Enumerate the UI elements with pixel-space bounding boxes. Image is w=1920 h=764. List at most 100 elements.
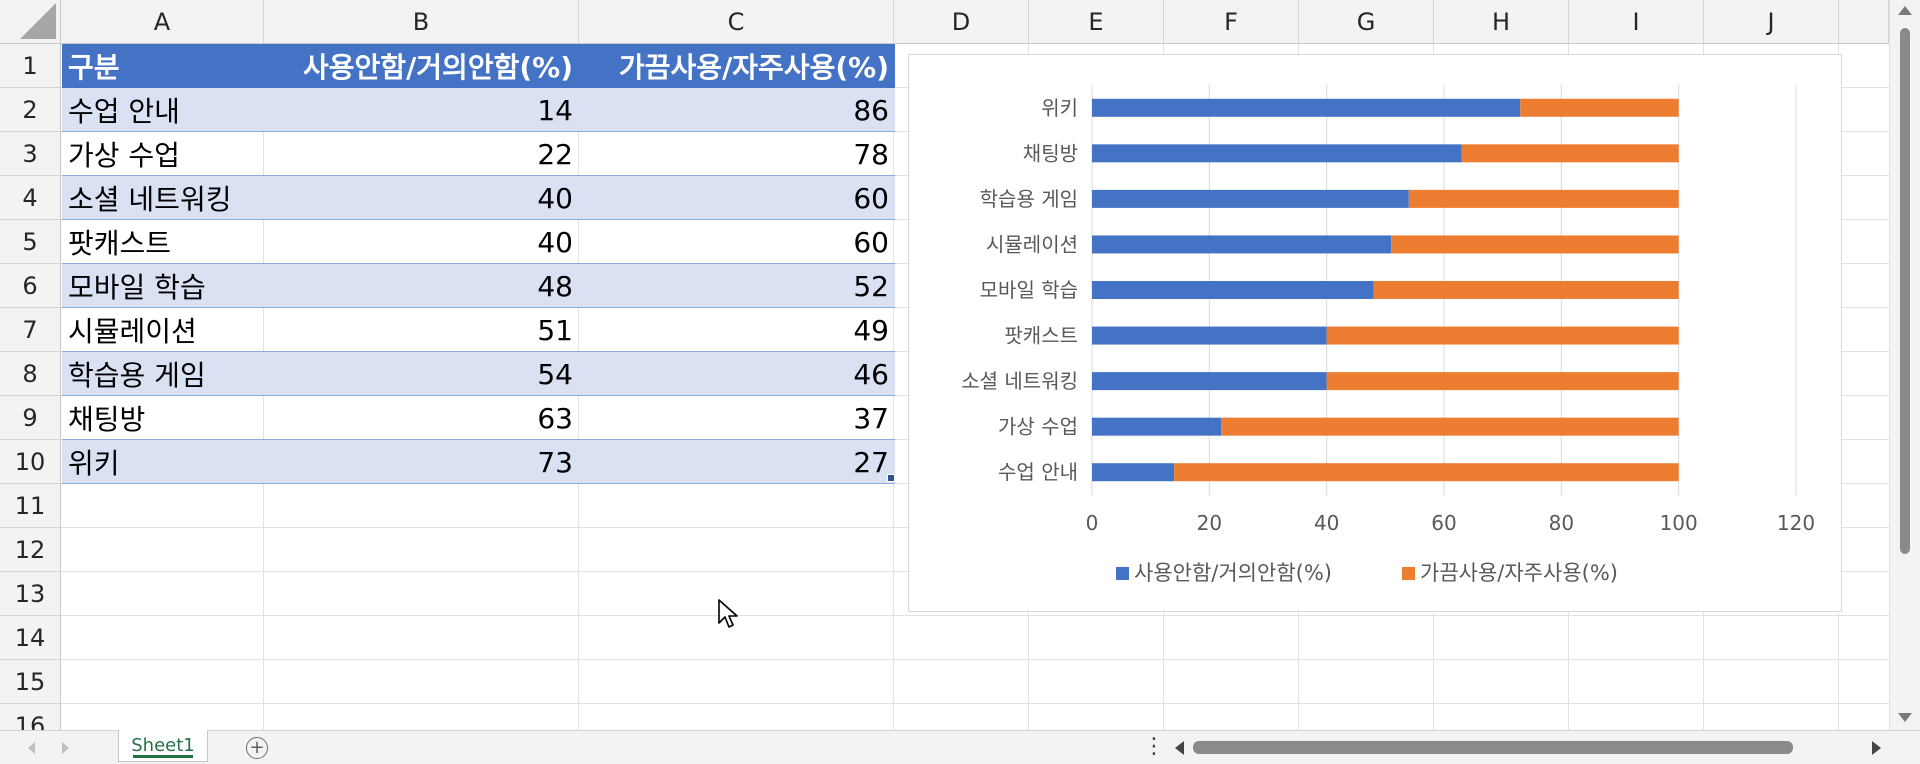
table-cell[interactable]: 86	[579, 88, 895, 132]
table-cell[interactable]: 54	[264, 352, 579, 396]
row-header-5[interactable]: 5	[0, 220, 61, 264]
table-cell[interactable]: 46	[579, 352, 895, 396]
column-header-b[interactable]: B	[264, 0, 579, 44]
row-header-2[interactable]: 2	[0, 88, 61, 132]
column-header-j[interactable]: J	[1704, 0, 1839, 44]
fill-handle[interactable]	[887, 474, 895, 482]
column-header-e[interactable]: E	[1029, 0, 1164, 44]
bar-segment	[1092, 281, 1374, 299]
row-header-6[interactable]: 6	[0, 264, 61, 308]
more-symbol: ⋮	[1143, 734, 1165, 759]
bar-segment	[1092, 417, 1222, 436]
bar-segment	[1092, 144, 1462, 163]
row-header-1[interactable]: 1	[0, 44, 61, 88]
bar-segment	[1092, 98, 1521, 117]
table-cell[interactable]: 위키	[62, 440, 264, 484]
table-cell[interactable]: 60	[579, 176, 895, 220]
row-header-8[interactable]: 8	[0, 352, 61, 396]
table-cell[interactable]: 60	[579, 220, 895, 264]
x-tick-label: 80	[1549, 511, 1574, 535]
table-cell[interactable]: 학습용 게임	[62, 352, 264, 396]
stacked-bar-chart[interactable]: 0 20 40 60 80 100 120 수업 안내 가상 수업 소셜 네트워킹 팟캐스트 모바일 …	[908, 54, 1842, 612]
table-row-border	[62, 439, 895, 440]
table-cell[interactable]: 73	[264, 440, 579, 484]
bar-segment	[1092, 235, 1392, 254]
worksheet-grid[interactable]: ABCDEFGHIJ 1 2 3 4 5 6 7 8 9 10 11 12 13 14 15 16 구분 사용안…	[0, 0, 1889, 730]
sheet-tab-sheet1[interactable]: Sheet1	[118, 730, 208, 762]
table-cell[interactable]: 수업 안내	[62, 88, 264, 132]
row-header-13[interactable]: 13	[0, 572, 61, 616]
bar-segment	[1326, 372, 1679, 391]
table-cell[interactable]: 채팅방	[62, 396, 264, 440]
bar-segment	[1408, 189, 1679, 208]
column-header-c[interactable]: C	[579, 0, 894, 44]
bar-segment	[1092, 463, 1175, 482]
column-header-f[interactable]: F	[1164, 0, 1299, 44]
legend-swatch	[1402, 567, 1415, 580]
row-header-16[interactable]: 16	[0, 704, 61, 730]
table-cell[interactable]: 40	[264, 176, 579, 220]
table-cell[interactable]: 22	[264, 132, 579, 176]
column-header-d[interactable]: D	[894, 0, 1029, 44]
table-cell[interactable]: 63	[264, 396, 579, 440]
table-row-border	[62, 175, 895, 176]
mouse-pointer-icon	[718, 599, 738, 628]
scroll-up-icon[interactable]	[1898, 6, 1912, 15]
table-header-cell[interactable]: 사용안함/거의안함(%)	[264, 44, 579, 88]
vertical-scrollbar[interactable]	[1889, 0, 1920, 730]
scroll-left-icon[interactable]	[1175, 741, 1184, 755]
table-cell[interactable]: 52	[579, 264, 895, 308]
table-row-border	[62, 395, 895, 396]
bar-segment	[1391, 235, 1679, 254]
next-sheet-icon[interactable]	[62, 742, 69, 754]
table-cell[interactable]: 팟캐스트	[62, 220, 264, 264]
vertical-ellipsis-icon[interactable]: ⋮	[1143, 734, 1165, 759]
row-header-3[interactable]: 3	[0, 132, 61, 176]
table-cell[interactable]: 51	[264, 308, 579, 352]
excel-window: ABCDEFGHIJ 1 2 3 4 5 6 7 8 9 10 11 12 13 14 15 16 구분 사용안…	[0, 0, 1920, 764]
column-header-i[interactable]: I	[1569, 0, 1704, 44]
table-cell[interactable]: 모바일 학습	[62, 264, 264, 308]
legend-swatch	[1116, 567, 1129, 580]
column-header-g[interactable]: G	[1299, 0, 1434, 44]
row-header-9[interactable]: 9	[0, 396, 61, 440]
column-header-h[interactable]: H	[1434, 0, 1569, 44]
row-header-12[interactable]: 12	[0, 528, 61, 572]
row-header-4[interactable]: 4	[0, 176, 61, 220]
horizontal-scroll-thumb[interactable]	[1193, 741, 1793, 754]
plus-circle-icon[interactable]: +	[246, 737, 268, 759]
row-header-14[interactable]: 14	[0, 616, 61, 660]
table-cell[interactable]: 27	[579, 440, 895, 484]
row-header-7[interactable]: 7	[0, 308, 61, 352]
row-header-10[interactable]: 10	[0, 440, 61, 484]
table-cell[interactable]: 14	[264, 88, 579, 132]
scroll-down-icon[interactable]	[1898, 713, 1912, 722]
scroll-right-icon[interactable]	[1872, 741, 1881, 755]
table-cell[interactable]: 48	[264, 264, 579, 308]
table-cell[interactable]: 37	[579, 396, 895, 440]
row-header-15[interactable]: 15	[0, 660, 61, 704]
vertical-scroll-thumb[interactable]	[1900, 28, 1910, 554]
bar-segment	[1461, 144, 1679, 163]
table-header-cell[interactable]: 가끔사용/자주사용(%)	[579, 44, 895, 88]
x-tick-label: 40	[1314, 511, 1339, 535]
table-cell[interactable]: 40	[264, 220, 579, 264]
select-all-triangle-icon	[20, 3, 56, 39]
select-all-button[interactable]	[0, 0, 61, 44]
table-cell[interactable]: 가상 수업	[62, 132, 264, 176]
x-tick-label: 120	[1777, 511, 1815, 535]
table-cell[interactable]: 시뮬레이션	[62, 308, 264, 352]
y-category-label: 학습용 게임	[980, 187, 1078, 211]
prev-sheet-icon[interactable]	[28, 742, 35, 754]
y-category-label: 소셜 네트워킹	[961, 369, 1078, 393]
table-cell[interactable]: 소셜 네트워킹	[62, 176, 264, 220]
column-header-overflow	[1839, 0, 1889, 44]
bar-segment	[1092, 326, 1327, 345]
table-cell[interactable]: 78	[579, 132, 895, 176]
row-header-11[interactable]: 11	[0, 484, 61, 528]
legend-label: 사용안함/거의안함(%)	[1134, 561, 1332, 585]
table-cell[interactable]: 49	[579, 308, 895, 352]
table-header-cell[interactable]: 구분	[62, 44, 264, 88]
column-header-a[interactable]: A	[61, 0, 264, 44]
sheet-tab-label: Sheet1	[131, 735, 195, 756]
